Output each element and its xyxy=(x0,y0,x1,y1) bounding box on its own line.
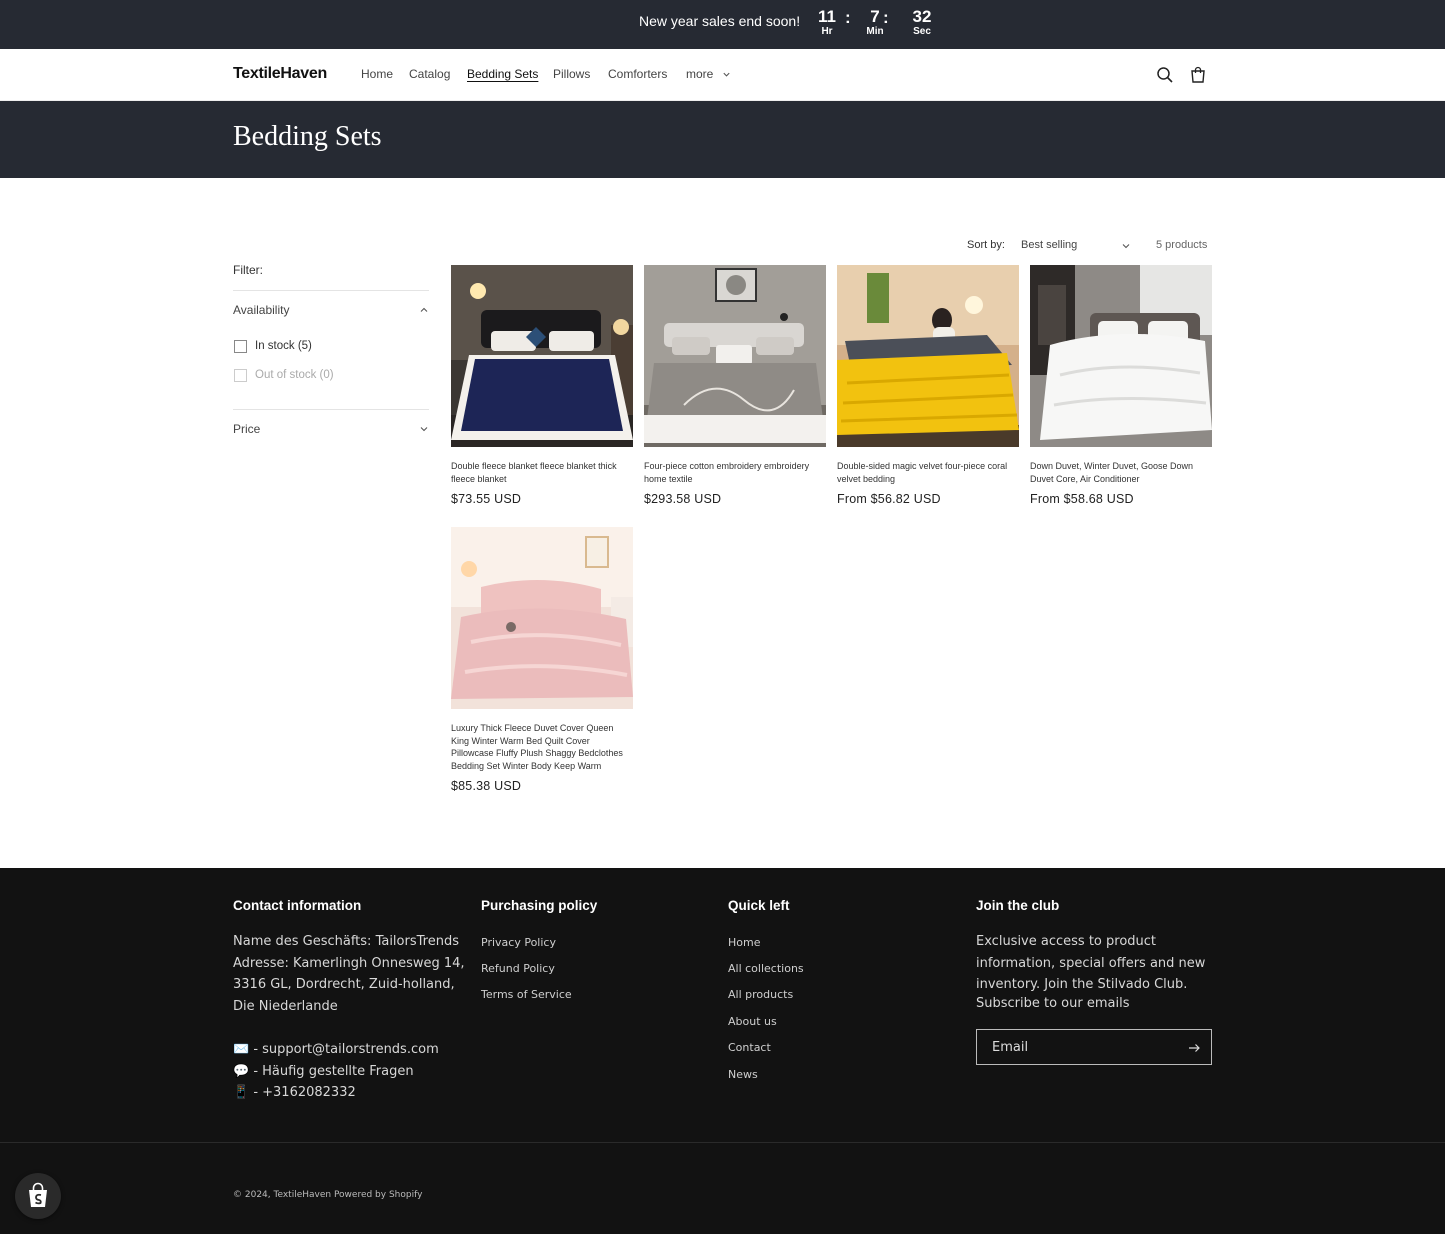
nav-comforters[interactable]: Comforters xyxy=(608,67,667,81)
facet-availability[interactable]: Availability xyxy=(233,303,289,317)
site-footer: Contact information Name des Geschäfts: … xyxy=(0,868,1445,1234)
announcement-text: New year sales end soon! xyxy=(639,13,801,29)
out-of-stock-label[interactable]: Out of stock (0) xyxy=(255,369,334,381)
shopping-bag-icon xyxy=(29,1182,47,1207)
footer-club-title: Join the club xyxy=(976,898,1060,913)
product-title[interactable]: Double-sided magic velvet four-piece cor… xyxy=(837,460,1019,485)
footer-phone-line[interactable]: 📱 - +3162082332 xyxy=(233,1082,356,1104)
product-image[interactable] xyxy=(644,265,826,447)
shopify-badge[interactable] xyxy=(15,1173,61,1219)
facet-price[interactable]: Price xyxy=(233,422,260,436)
footer-divider xyxy=(0,1142,1445,1143)
nav-more-label: more xyxy=(686,67,714,81)
chevron-down-icon[interactable] xyxy=(419,424,429,434)
store-logo[interactable]: TextileHaven xyxy=(233,65,327,83)
footer-link-terms[interactable]: Terms of Service xyxy=(481,988,572,1001)
copyright: © 2024, TextileHaven Powered by Shopify xyxy=(233,1190,423,1200)
product-title[interactable]: Down Duvet, Winter Duvet, Goose Down Duv… xyxy=(1030,460,1212,485)
arrow-right-icon[interactable] xyxy=(1187,1041,1201,1055)
footer-link-about[interactable]: About us xyxy=(728,1015,777,1028)
footer-club-text: Exclusive access to product information,… xyxy=(976,934,1206,992)
product-title[interactable]: Four-piece cotton embroidery embroidery … xyxy=(644,460,826,485)
footer-email-line[interactable]: ✉️ - support@tailorstrends.com xyxy=(233,1039,439,1061)
footer-link-refund[interactable]: Refund Policy xyxy=(481,962,555,975)
sort-label: Sort by: xyxy=(967,239,1005,251)
checkbox-in-stock[interactable] xyxy=(234,340,247,353)
footer-policy-title: Purchasing policy xyxy=(481,898,598,913)
chevron-up-icon[interactable] xyxy=(419,305,429,315)
divider xyxy=(233,409,429,410)
product-price: $73.55 USD xyxy=(451,492,522,506)
product-price: $85.38 USD xyxy=(451,779,522,793)
newsletter-form xyxy=(976,1029,1212,1065)
countdown-separator: : xyxy=(845,8,851,27)
product-count: 5 products xyxy=(1156,239,1208,251)
product-card[interactable]: Down Duvet, Winter Duvet, Goose Down Duv… xyxy=(1030,265,1212,510)
nav-pillows[interactable]: Pillows xyxy=(553,67,590,81)
sort-select[interactable]: Best selling xyxy=(1021,239,1133,251)
product-price: From $58.68 USD xyxy=(1030,492,1134,506)
footer-link-news[interactable]: News xyxy=(728,1068,758,1081)
countdown-seconds: 32 Sec xyxy=(912,7,932,38)
product-card[interactable]: Double-sided magic velvet four-piece cor… xyxy=(837,265,1019,510)
product-price: $293.58 USD xyxy=(644,492,722,506)
product-card[interactable]: Luxury Thick Fleece Duvet Cover Queen Ki… xyxy=(451,527,633,797)
footer-link-all-collections[interactable]: All collections xyxy=(728,962,804,975)
footer-contact-title: Contact information xyxy=(233,898,362,913)
chevron-down-icon xyxy=(723,73,730,77)
footer-faq-line[interactable]: 💬 - Häufig gestellte Fragen xyxy=(233,1061,414,1083)
footer-address: Name des Geschäfts: TailorsTrends Adress… xyxy=(233,934,465,1014)
filter-label: Filter: xyxy=(233,263,263,277)
chevron-down-icon xyxy=(1122,244,1130,249)
product-image[interactable] xyxy=(837,265,1019,447)
nav-bedding-sets[interactable]: Bedding Sets xyxy=(467,67,538,81)
nav-home[interactable]: Home xyxy=(361,67,393,81)
footer-link-contact[interactable]: Contact xyxy=(728,1041,771,1054)
countdown-separator: : xyxy=(883,8,889,27)
cart-icon[interactable] xyxy=(1187,64,1209,86)
product-card[interactable]: Four-piece cotton embroidery embroidery … xyxy=(644,265,826,510)
countdown-hours: 11 Hr xyxy=(818,7,836,38)
nav-catalog[interactable]: Catalog xyxy=(409,67,450,81)
announcement-bar: New year sales end soon! 11 Hr : 7 Min :… xyxy=(0,0,1445,49)
email-field[interactable] xyxy=(977,1030,1177,1064)
footer-link-privacy[interactable]: Privacy Policy xyxy=(481,936,556,949)
product-title[interactable]: Luxury Thick Fleece Duvet Cover Queen Ki… xyxy=(451,722,633,772)
product-image[interactable] xyxy=(1030,265,1212,447)
site-header: TextileHaven Home Catalog Bedding Sets P… xyxy=(0,49,1445,101)
footer-link-home[interactable]: Home xyxy=(728,936,760,949)
footer-quick-title: Quick left xyxy=(728,898,790,913)
footer-subscribe-label: Subscribe to our emails xyxy=(976,996,1130,1011)
collection-banner: Bedding Sets xyxy=(0,101,1445,178)
in-stock-label[interactable]: In stock (5) xyxy=(255,340,312,352)
checkbox-out-of-stock[interactable] xyxy=(234,369,247,382)
product-image[interactable] xyxy=(451,527,633,709)
search-icon[interactable] xyxy=(1154,64,1176,86)
divider xyxy=(233,290,429,291)
product-title[interactable]: Double fleece blanket fleece blanket thi… xyxy=(451,460,633,485)
product-price: From $56.82 USD xyxy=(837,492,941,506)
footer-link-all-products[interactable]: All products xyxy=(728,988,793,1001)
nav-more[interactable]: more xyxy=(686,67,731,81)
page-title: Bedding Sets xyxy=(233,121,382,152)
product-card[interactable]: Double fleece blanket fleece blanket thi… xyxy=(451,265,633,510)
product-image[interactable] xyxy=(451,265,633,447)
